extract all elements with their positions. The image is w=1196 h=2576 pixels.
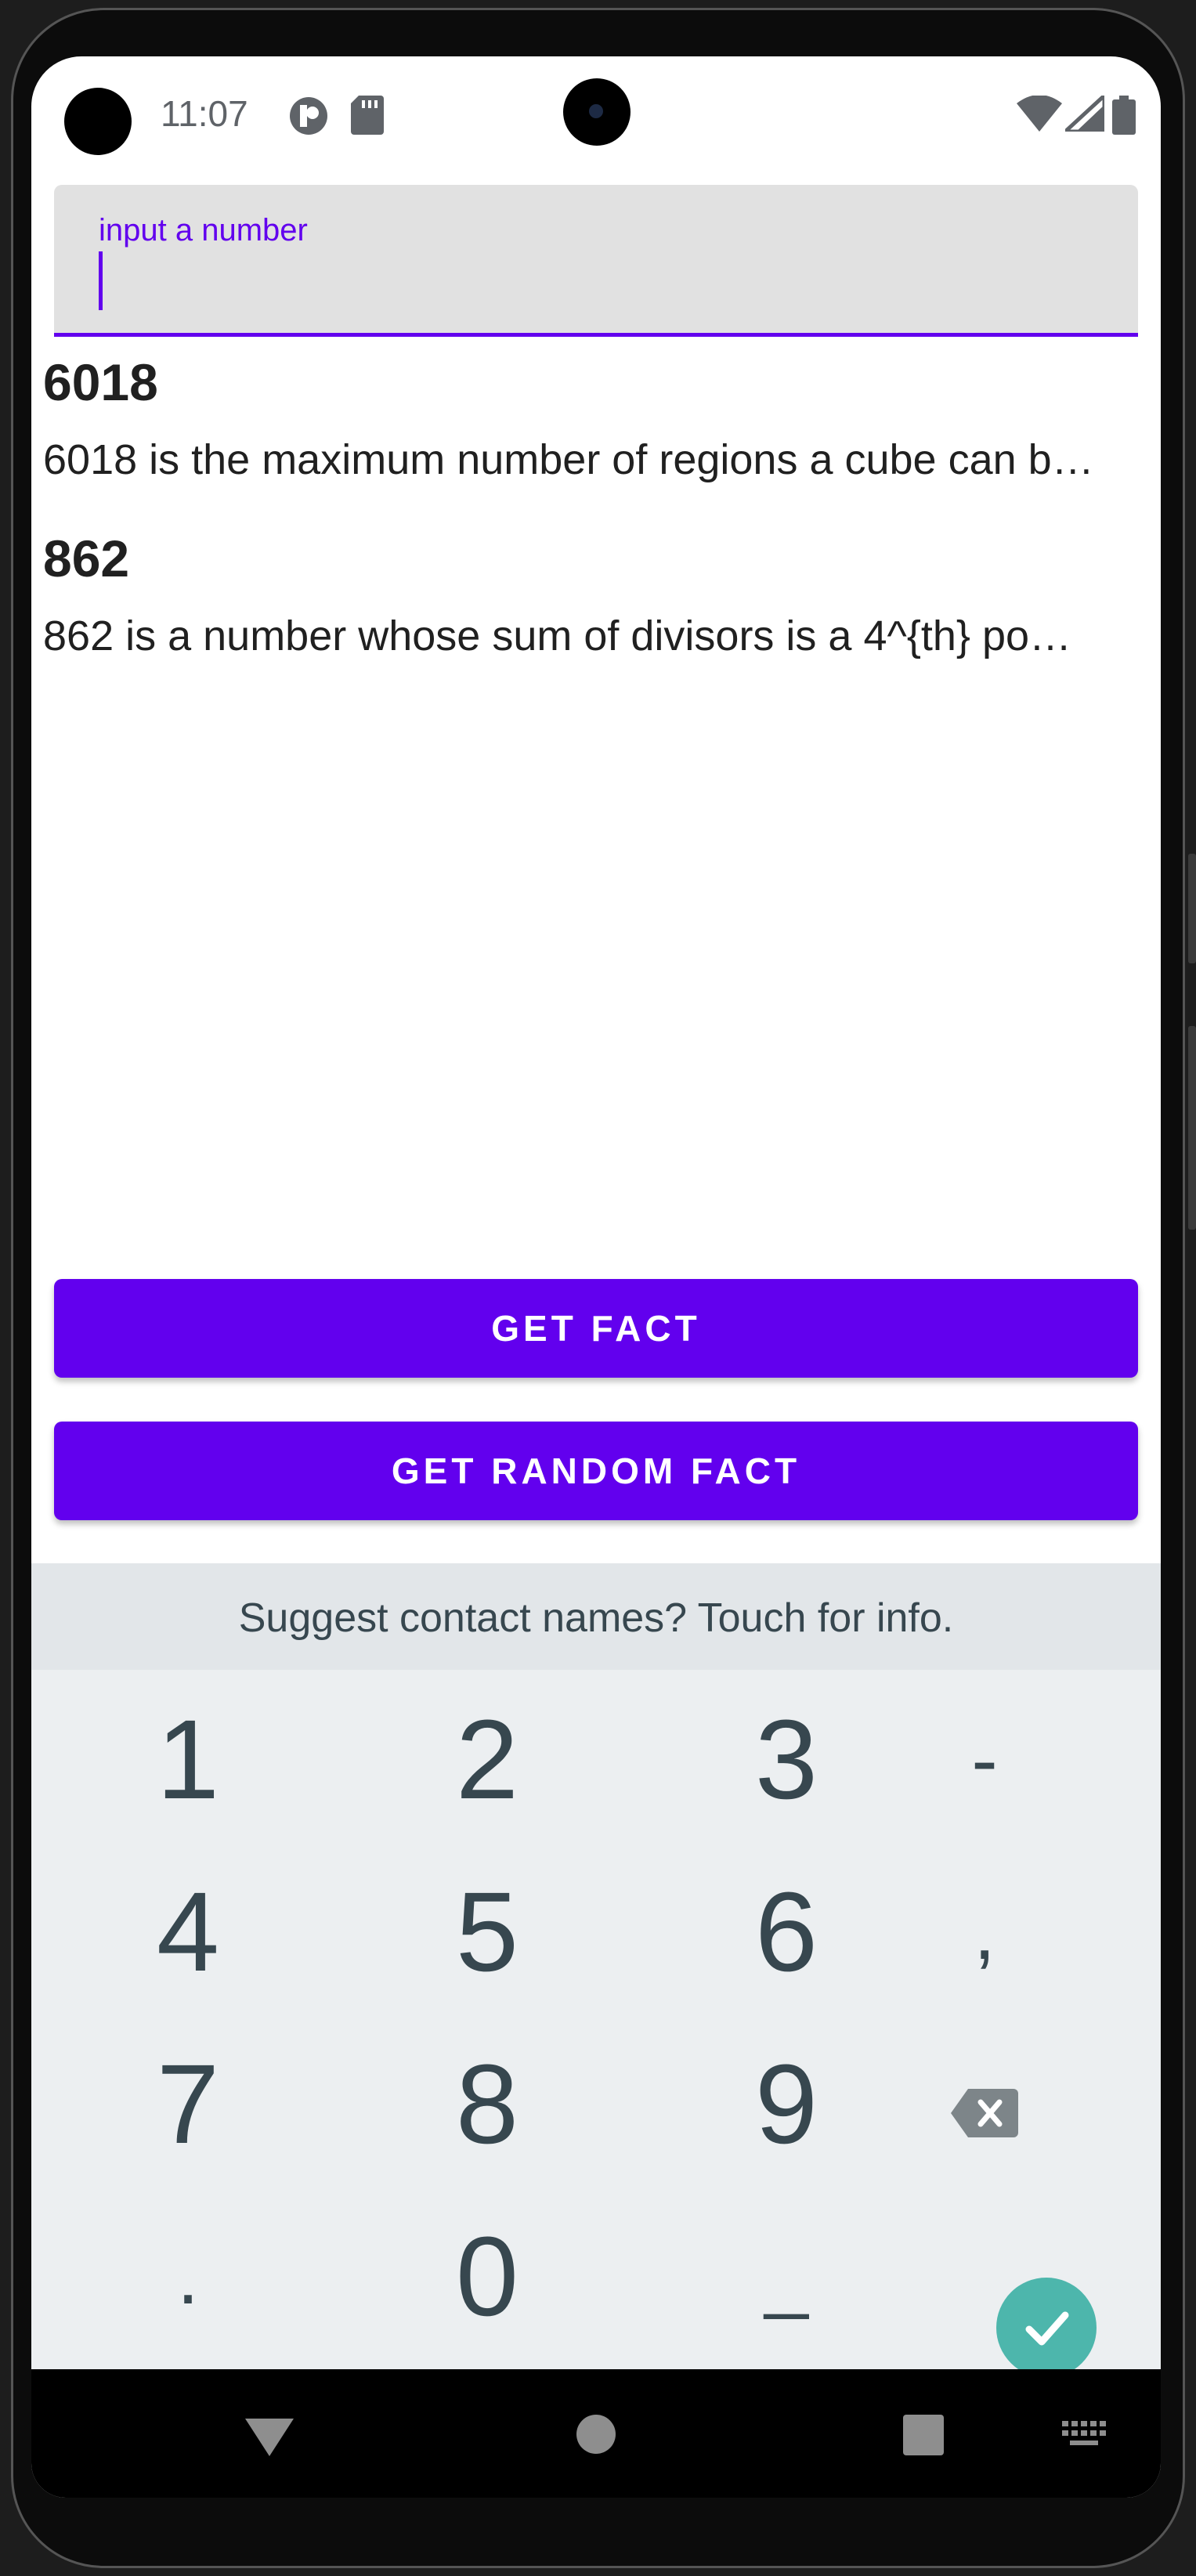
volume-button: [1188, 854, 1196, 963]
camera-cutout: [563, 78, 631, 146]
recents-icon[interactable]: [903, 2415, 944, 2455]
number-input[interactable]: [109, 251, 1115, 312]
key-space[interactable]: _: [645, 2195, 927, 2359]
battery-icon: [1112, 96, 1136, 139]
key-0[interactable]: 0: [346, 2195, 628, 2359]
key-8[interactable]: 8: [346, 2022, 628, 2187]
key-2[interactable]: 2: [346, 1678, 628, 1842]
status-bar: 11:07: [31, 56, 1161, 166]
key-6[interactable]: 6: [645, 1850, 927, 2014]
key-3[interactable]: 3: [645, 1678, 927, 1842]
sd-card-icon: [351, 96, 384, 139]
enter-key[interactable]: [996, 2278, 1097, 2378]
key-1[interactable]: 1: [47, 1678, 329, 1842]
fact-text: 6018 is the maximum number of regions a …: [43, 436, 1094, 483]
home-icon[interactable]: [576, 2415, 616, 2454]
cellular-icon: [1060, 91, 1107, 135]
fact-number: 6018: [43, 353, 158, 411]
key-minus[interactable]: -: [894, 1678, 1075, 1842]
get-random-fact-button[interactable]: GET RANDOM FACT: [54, 1422, 1138, 1520]
front-sensor-dot: [64, 88, 132, 155]
backspace-icon: [951, 2088, 1018, 2137]
profile-badge-icon: [288, 96, 329, 140]
navigation-bar: [31, 2369, 1161, 2498]
key-comma[interactable]: ,: [894, 1850, 1075, 2014]
fact-item[interactable]: 6018 6018 is the maximum number of regio…: [43, 352, 1140, 484]
input-label: input a number: [99, 213, 308, 247]
check-icon: [1025, 2311, 1069, 2346]
wifi-icon: [1017, 95, 1062, 135]
power-button: [1188, 1026, 1196, 1230]
fact-text: 862 is a number whose sum of divisors is…: [43, 612, 1072, 659]
fact-item[interactable]: 862 862 is a number whose sum of divisor…: [43, 529, 1140, 660]
key-7[interactable]: 7: [47, 2022, 329, 2187]
number-input-field[interactable]: input a number: [54, 185, 1138, 337]
key-9[interactable]: 9: [645, 2022, 927, 2187]
back-icon[interactable]: [245, 2419, 294, 2456]
status-time: 11:07: [161, 93, 248, 134]
key-period[interactable]: .: [47, 2195, 329, 2359]
fact-number: 862: [43, 529, 130, 587]
numeric-keyboard: Suggest contact names? Touch for info. 1…: [31, 1563, 1161, 2378]
contact-suggestion-bar[interactable]: Suggest contact names? Touch for info.: [31, 1563, 1161, 1670]
key-5[interactable]: 5: [346, 1850, 628, 2014]
keyboard-switch-icon[interactable]: [1062, 2421, 1106, 2448]
backspace-key[interactable]: [894, 2022, 1075, 2187]
get-fact-button[interactable]: GET FACT: [54, 1279, 1138, 1378]
key-4[interactable]: 4: [47, 1850, 329, 2014]
text-cursor: [99, 251, 103, 310]
phone-screen: 11:07 input a number 6018 6018 is the ma…: [31, 56, 1161, 2498]
